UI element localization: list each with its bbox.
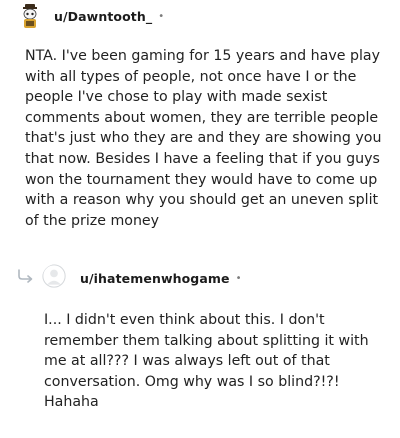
comment-dawntooth: u/Dawntooth_ • NTA. I've been gaming for… (0, 0, 400, 229)
comment-body: I... I didn't even think about this. I d… (44, 312, 369, 411)
separator-dot: • (158, 10, 165, 22)
reply-arrow-icon (16, 268, 42, 288)
comment-header: u/ihatemenwhogame • (0, 262, 400, 294)
separator-dot: • (235, 272, 242, 284)
username[interactable]: u/ihatemenwhogame (80, 271, 230, 286)
snoo-avatar-icon[interactable] (16, 2, 44, 30)
default-avatar-icon[interactable] (42, 264, 70, 292)
comment-ihatemenwhogame: u/ihatemenwhogame • I... I didn't even t… (0, 262, 400, 410)
username[interactable]: u/Dawntooth_ (54, 9, 152, 24)
comment-body: NTA. I've been gaming for 15 years and h… (25, 48, 382, 229)
comment-header: u/Dawntooth_ • (0, 0, 400, 32)
